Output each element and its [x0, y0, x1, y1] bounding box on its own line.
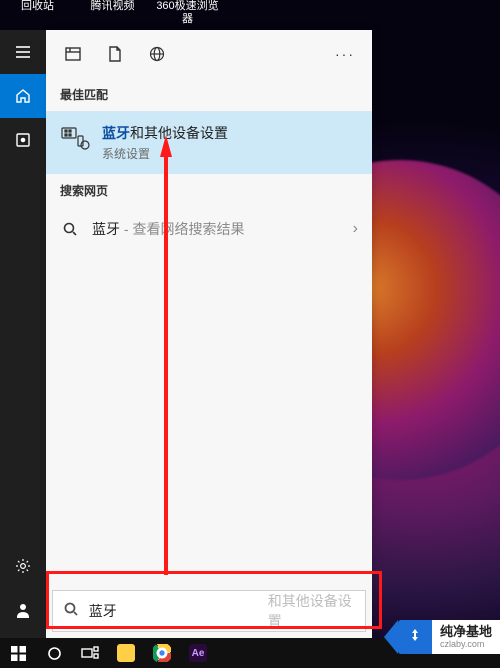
best-match-subtitle: 系统设置 — [102, 145, 228, 162]
desktop-icon-recycle[interactable]: 回收站 — [0, 0, 75, 26]
taskbar-chrome[interactable] — [144, 638, 180, 668]
search-icon — [63, 601, 81, 622]
watermark-badge-icon — [398, 620, 432, 654]
search-panel: ··· 最佳匹配 蓝牙和其他设备设置 系统设置 搜索网页 蓝牙 - 查看网络搜索… — [46, 30, 372, 638]
start-button[interactable] — [0, 638, 36, 668]
watermark-url: czlaby.com — [440, 640, 492, 649]
search-box[interactable]: 和其他设备设置 — [52, 590, 366, 632]
web-search-text: 蓝牙 - 查看网络搜索结果 — [92, 219, 341, 239]
home-button[interactable] — [0, 74, 46, 118]
filter-apps-button[interactable] — [52, 30, 94, 78]
section-best-match-title: 最佳匹配 — [46, 78, 372, 111]
best-match-title: 蓝牙和其他设备设置 — [102, 123, 228, 143]
chevron-right-icon: › — [353, 220, 358, 238]
search-input[interactable] — [89, 603, 270, 619]
desktop-icons-row: 回收站 腾讯视频 360极速浏览器 — [0, 0, 225, 26]
filter-more-button[interactable]: ··· — [324, 30, 366, 78]
search-filter-header: ··· — [46, 30, 372, 78]
settings-button[interactable] — [0, 544, 46, 588]
filter-documents-button[interactable] — [94, 30, 136, 78]
section-web-title: 搜索网页 — [46, 174, 372, 207]
taskbar-after-effects[interactable]: Ae — [180, 638, 216, 668]
web-search-row[interactable]: 蓝牙 - 查看网络搜索结果 › — [46, 207, 372, 251]
best-match-result[interactable]: 蓝牙和其他设备设置 系统设置 — [46, 111, 372, 174]
start-left-rail — [0, 30, 46, 638]
search-suggestion-suffix: 和其他设备设置 — [268, 591, 355, 631]
filter-web-button[interactable] — [136, 30, 178, 78]
account-button[interactable] — [0, 588, 46, 632]
search-icon — [60, 221, 80, 237]
desktop-icon-360browser[interactable]: 360极速浏览器 — [150, 0, 225, 26]
hamburger-button[interactable] — [0, 30, 46, 74]
desktop-icon-tencent[interactable]: 腾讯视频 — [75, 0, 150, 26]
watermark-title: 纯净基地 — [440, 625, 492, 638]
bluetooth-settings-icon — [60, 123, 90, 153]
recent-button[interactable] — [0, 118, 46, 162]
task-view-button[interactable] — [72, 638, 108, 668]
taskbar-file-explorer[interactable] — [108, 638, 144, 668]
watermark: 纯净基地 czlaby.com — [392, 618, 500, 656]
cortana-button[interactable] — [36, 638, 72, 668]
